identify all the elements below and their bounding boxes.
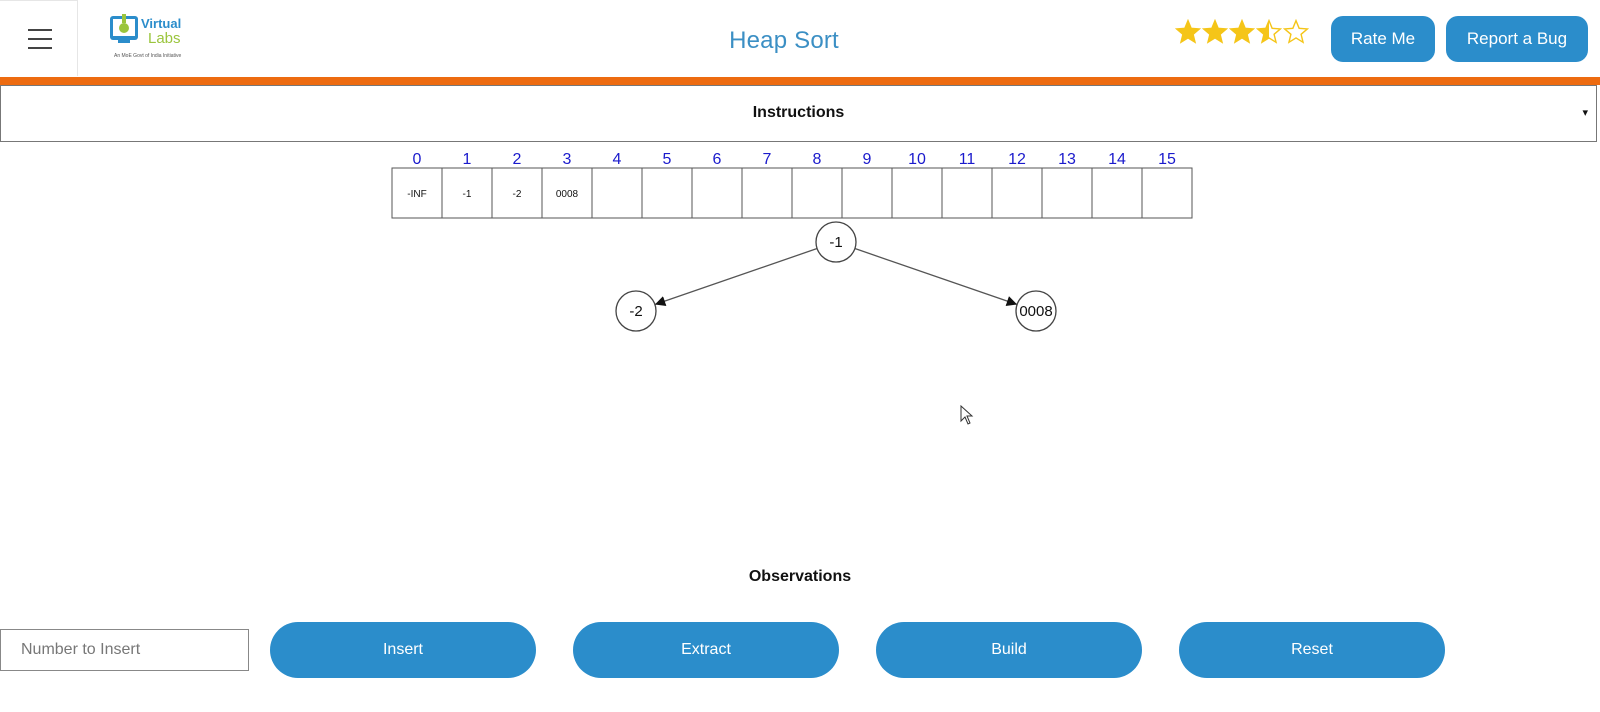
array-cell	[591, 167, 643, 219]
build-button[interactable]: Build	[876, 622, 1142, 678]
array-index-label: 12	[1008, 151, 1026, 168]
mouse-cursor-icon	[960, 405, 974, 425]
reset-button[interactable]: Reset	[1179, 622, 1445, 678]
heap-visualization: 0 1 2 3 4 5 6 7 8 9 10 11 12 13 14 15 -INF -1 -2 0008 -1-2…	[391, 151, 1193, 332]
array-index-label: 10	[908, 151, 926, 168]
array-index-label: 4	[613, 151, 622, 168]
array-index-label: 1	[463, 151, 472, 168]
instructions-toggle[interactable]: Instructions ▾	[0, 85, 1597, 142]
array-cell	[841, 167, 893, 219]
rating-stars[interactable]	[1175, 19, 1309, 49]
array-cell-value: -INF	[407, 189, 426, 200]
tree-edge-arrow	[854, 247, 1018, 307]
header: Virtual Labs An MoE Govt of India Initia…	[0, 0, 1600, 77]
array-cell	[941, 167, 993, 219]
array-cell	[1141, 167, 1193, 219]
star-half-icon[interactable]	[1256, 19, 1282, 45]
instructions-label: Instructions	[752, 104, 845, 121]
chevron-down-icon: ▾	[1582, 107, 1588, 119]
array-index-label: 6	[713, 151, 722, 168]
array-cell	[1091, 167, 1143, 219]
number-to-insert-input[interactable]	[0, 629, 249, 671]
array-index-label: 15	[1158, 151, 1176, 168]
array-index-label: 9	[863, 151, 872, 168]
star-full-icon[interactable]	[1175, 19, 1201, 45]
array-index-label: 11	[959, 151, 976, 168]
star-full-icon[interactable]	[1229, 19, 1255, 45]
header-divider	[0, 77, 1600, 85]
array-index-label: 0	[413, 151, 422, 168]
star-full-icon[interactable]	[1202, 19, 1228, 45]
array-cell	[891, 167, 943, 219]
index-row: 0 1 2 3 4 5 6 7 8 9 10 11 12 13 14 15	[413, 151, 1176, 168]
star-empty-icon[interactable]	[1283, 19, 1309, 45]
array-index-label: 3	[563, 151, 572, 168]
array-index-label: 14	[1108, 151, 1126, 168]
tree-node-label: -1	[829, 234, 842, 251]
rate-me-button[interactable]: Rate Me	[1331, 16, 1435, 62]
tree-nodes: -1 -2 0008	[615, 221, 1057, 332]
array-cell	[791, 167, 843, 219]
tree-node-label: 0008	[1019, 303, 1052, 320]
extract-button[interactable]: Extract	[573, 622, 839, 678]
array-cell-value: 0008	[556, 189, 579, 200]
observations-label: Observations	[748, 568, 852, 585]
report-bug-button[interactable]: Report a Bug	[1446, 16, 1588, 62]
array-index-label: 13	[1058, 151, 1076, 168]
tree-edge-arrow	[654, 247, 818, 307]
array-cell	[641, 167, 693, 219]
array-cell	[741, 167, 793, 219]
array-cell	[1041, 167, 1093, 219]
array-row: -INF -1 -2 0008	[391, 167, 1193, 219]
tree-node-label: -2	[629, 303, 642, 320]
array-index-label: 7	[763, 151, 772, 168]
array-index-label: 8	[813, 151, 822, 168]
array-cell	[691, 167, 743, 219]
array-cell-value: -2	[513, 189, 522, 200]
insert-button[interactable]: Insert	[270, 622, 536, 678]
array-index-label: 5	[663, 151, 672, 168]
array-index-label: 2	[513, 151, 522, 168]
array-cell	[991, 167, 1043, 219]
array-cell-value: -1	[463, 189, 472, 200]
